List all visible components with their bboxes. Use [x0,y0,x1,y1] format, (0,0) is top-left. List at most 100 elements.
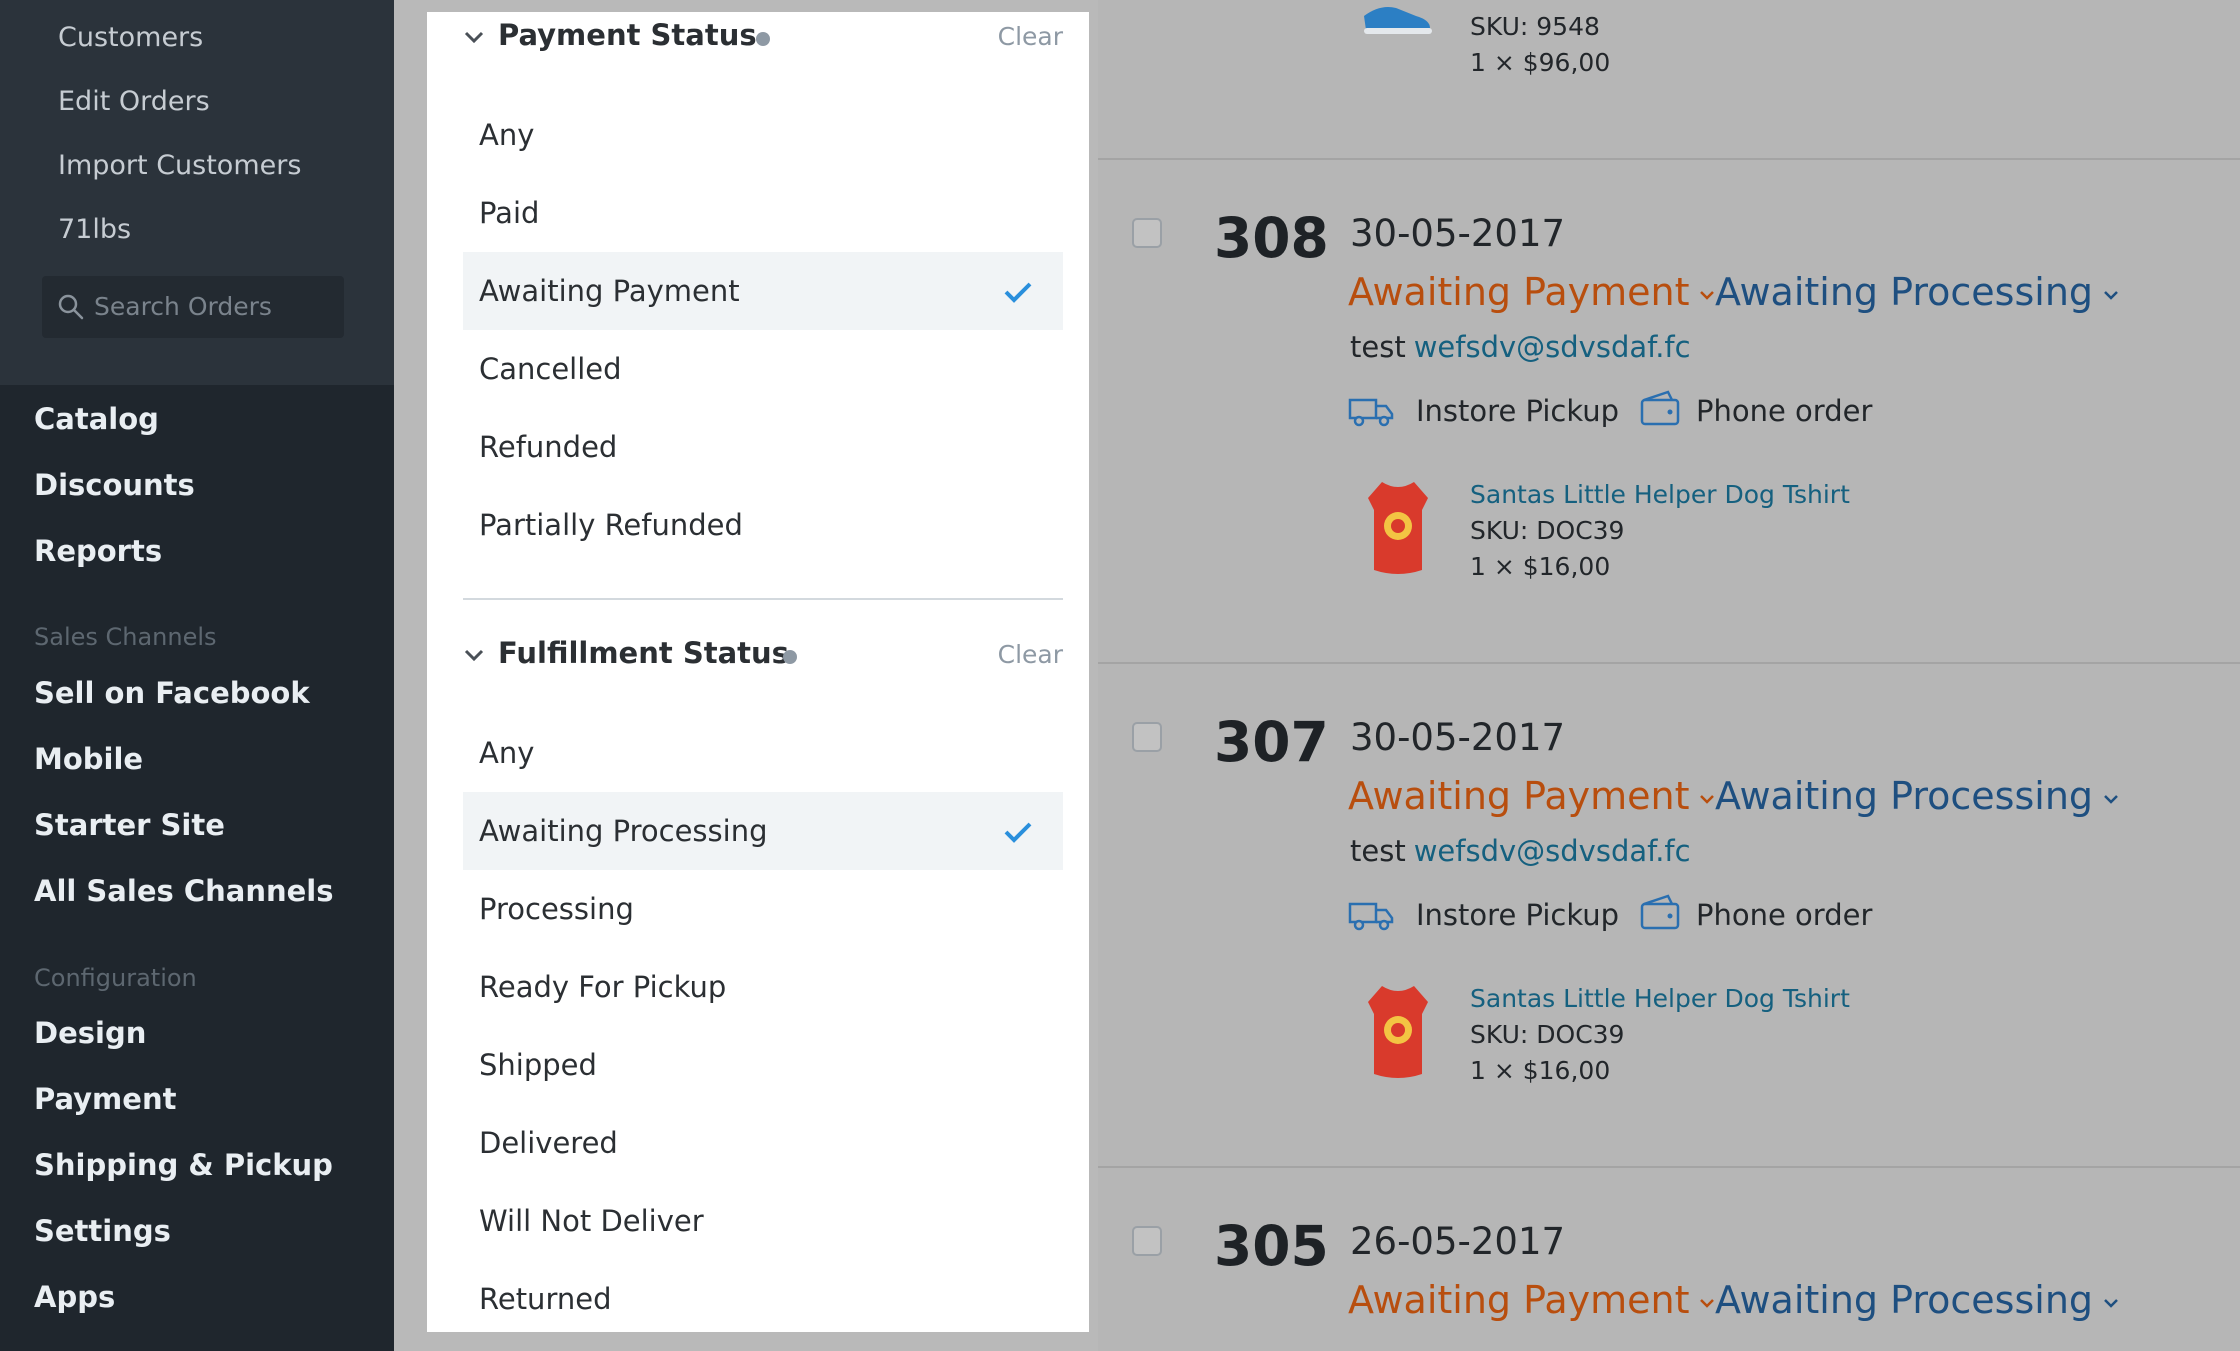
sidebar-item-design[interactable]: Design [34,1016,146,1050]
truck-icon [1348,398,1394,427]
payment-option-cancelled[interactable]: Cancelled [463,330,1063,408]
order-source: Phone order [1696,394,1873,428]
chevron-down-icon [2104,1298,2118,1308]
customer-name: test [1350,834,1406,868]
option-label: Shipped [479,1048,597,1082]
chevron-down-icon [1700,1298,1715,1308]
fulfillment-option-will-not-deliver[interactable]: Will Not Deliver [463,1182,1063,1260]
wallet-icon [1640,390,1680,426]
chevron-down-icon [464,31,484,44]
order-number[interactable]: 305 [1214,1214,1329,1278]
fulfillment-option-any[interactable]: Any [463,714,1063,792]
fulfillment-option-awaiting-processing[interactable]: Awaiting Processing [463,792,1063,870]
fulfillment-status-clear[interactable]: Clear [998,640,1063,669]
order-source: Phone order [1696,898,1873,932]
sidebar-item-customers[interactable]: Customers [58,22,203,53]
order-date: 30-05-2017 [1350,716,1566,759]
product-sku: SKU: 9548 [1470,12,1600,41]
product-thumbnail-tshirt [1368,482,1428,574]
chevron-down-icon [464,649,484,662]
fulfillment-status-dropdown[interactable]: Awaiting Processing [1715,1278,2119,1322]
option-label: Awaiting Payment [479,274,740,308]
sidebar: Customers Edit Orders Import Customers 7… [0,0,394,1351]
sidebar-item-payment[interactable]: Payment [34,1082,176,1116]
product-thumbnail-sneaker [1364,7,1432,34]
sidebar-orders-submenu: Customers Edit Orders Import Customers 7… [0,0,394,385]
fulfillment-option-ready-for-pickup[interactable]: Ready For Pickup [463,948,1063,1026]
sidebar-item-edit-orders[interactable]: Edit Orders [58,86,210,117]
option-label: Ready For Pickup [479,970,727,1004]
product-name-link[interactable]: Santas Little Helper Dog Tshirt [1470,984,1850,1013]
option-label: Returned [479,1282,612,1316]
sidebar-item-settings[interactable]: Settings [34,1214,171,1248]
sidebar-item-mobile[interactable]: Mobile [34,742,143,776]
order-date: 30-05-2017 [1350,212,1566,255]
payment-option-refunded[interactable]: Refunded [463,408,1063,486]
sidebar-item-all-sales-channels[interactable]: All Sales Channels [34,874,334,908]
sidebar-item-discounts[interactable]: Discounts [34,468,195,502]
product-qty-price: 1 × $16,00 [1470,1056,1611,1085]
fulfillment-option-delivered[interactable]: Delivered [463,1104,1063,1182]
option-label: Awaiting Processing [479,814,768,848]
sidebar-item-apps[interactable]: Apps [34,1280,115,1314]
chevron-down-icon [2104,290,2118,300]
sidebar-item-sell-on-facebook[interactable]: Sell on Facebook [34,676,310,710]
truck-icon [1348,902,1394,931]
fulfillment-option-returned[interactable]: Returned [463,1260,1063,1338]
fulfillment-option-processing[interactable]: Processing [463,870,1063,948]
order-row[interactable]: 307 30-05-2017 Awaiting Payment Awaiting… [1098,664,2240,1164]
checkmark-icon [1004,282,1032,303]
payment-option-awaiting-payment[interactable]: Awaiting Payment [463,252,1063,330]
search-icon [58,294,84,320]
payment-status-dropdown[interactable]: Awaiting Payment [1348,270,1715,314]
sidebar-item-reports[interactable]: Reports [34,534,162,568]
order-checkbox[interactable] [1132,722,1162,752]
order-customer: test wefsdv@sdvsdaf.fc [1350,330,1691,364]
fulfillment-option-shipped[interactable]: Shipped [463,1026,1063,1104]
payment-status-dropdown[interactable]: Awaiting Payment [1348,774,1715,818]
customer-email-link[interactable]: wefsdv@sdvsdaf.fc [1414,834,1691,868]
payment-option-partially-refunded[interactable]: Partially Refunded [463,486,1063,564]
product-name-link[interactable]: Santas Little Helper Dog Tshirt [1470,480,1850,509]
fulfillment-status-label: Awaiting Processing [1715,1278,2094,1322]
payment-status-header[interactable]: Payment Status Clear [463,18,1063,58]
sidebar-item-catalog[interactable]: Catalog [34,402,159,436]
order-date: 26-05-2017 [1350,1220,1566,1263]
order-checkbox[interactable] [1132,1226,1162,1256]
payment-status-label: Awaiting Payment [1348,270,1690,314]
option-label: Processing [479,892,634,926]
fulfillment-status-header[interactable]: Fulfillment Status Clear [463,636,1063,676]
sidebar-item-starter-site[interactable]: Starter Site [34,808,225,842]
chevron-down-icon [2104,794,2118,804]
payment-option-any[interactable]: Any [463,96,1063,174]
fulfillment-status-dropdown[interactable]: Awaiting Processing [1715,774,2119,818]
order-row[interactable]: 305 26-05-2017 Awaiting Payment Awaiting… [1098,1168,2240,1351]
filter-panel: Payment Status Clear Any Paid Awaiting P… [427,12,1089,1332]
divider [463,598,1063,600]
order-number[interactable]: 308 [1214,206,1329,270]
fulfillment-status-label: Awaiting Processing [1715,270,2094,314]
shipping-method: Instore Pickup [1416,394,1620,428]
product-qty-price: 1 × $16,00 [1470,552,1611,581]
order-number[interactable]: 307 [1214,710,1329,774]
sidebar-item-71lbs[interactable]: 71lbs [58,214,131,245]
option-label: Any [479,736,535,770]
wallet-icon [1640,894,1680,930]
sidebar-item-shipping-pickup[interactable]: Shipping & Pickup [34,1148,333,1182]
option-label: Delivered [479,1126,618,1160]
search-placeholder: Search Orders [94,292,272,321]
order-checkbox[interactable] [1132,218,1162,248]
fulfillment-status-label: Awaiting Processing [1715,774,2094,818]
option-label: Refunded [479,430,618,464]
customer-email-link[interactable]: wefsdv@sdvsdaf.fc [1414,330,1691,364]
payment-option-paid[interactable]: Paid [463,174,1063,252]
customer-name: test [1350,330,1406,364]
search-orders-input[interactable]: Search Orders [42,276,344,338]
payment-status-dropdown[interactable]: Awaiting Payment [1348,1278,1715,1322]
payment-status-clear[interactable]: Clear [998,22,1063,51]
chevron-down-icon [1700,794,1715,804]
sidebar-item-import-customers[interactable]: Import Customers [58,150,301,181]
fulfillment-status-dropdown[interactable]: Awaiting Processing [1715,270,2119,314]
product-thumbnail-tshirt [1368,986,1428,1078]
order-row[interactable]: 308 30-05-2017 Awaiting Payment Awaiting… [1098,160,2240,660]
